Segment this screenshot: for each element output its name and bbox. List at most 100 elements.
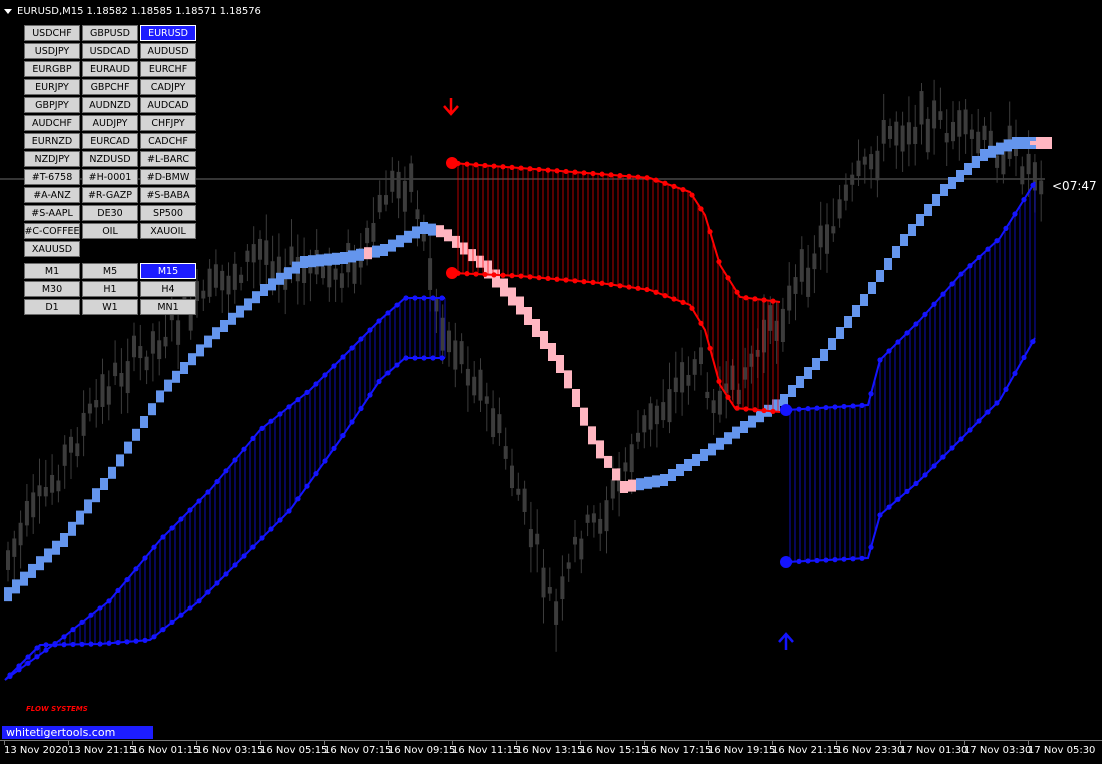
buy-band-upper-dot xyxy=(1021,197,1027,203)
buy-band-lower-dot xyxy=(832,557,838,563)
trend-ribbon-up-segment xyxy=(660,474,668,486)
symbol-button-audjpy[interactable]: AUDJPY xyxy=(82,115,138,131)
symbol-button-gbpchf[interactable]: GBPCHF xyxy=(82,79,138,95)
trend-ribbon-down-segment xyxy=(556,355,564,373)
buy-band-lower-dot xyxy=(313,471,319,477)
trend-ribbon-up-segment xyxy=(964,163,972,175)
flow-systems-label: FLOW SYSTEMS xyxy=(26,705,88,713)
sell-band-lower-dot xyxy=(599,280,605,286)
symbol-button-c-coffee[interactable]: #C-COFFEE xyxy=(24,223,80,239)
candle-body xyxy=(390,170,395,192)
symbol-button-d-bmw[interactable]: #D-BMW xyxy=(140,169,196,185)
symbol-button-eurcad[interactable]: EURCAD xyxy=(82,133,138,149)
trend-ribbon-up-segment xyxy=(108,466,116,479)
timeframe-button-mn1[interactable]: MN1 xyxy=(140,299,196,315)
timeframe-button-h4[interactable]: H4 xyxy=(140,281,196,297)
symbol-button-audcad[interactable]: AUDCAD xyxy=(140,97,196,113)
chart-header: EURUSD,M15 1.18582 1.18585 1.18571 1.185… xyxy=(4,4,261,18)
sell-band-upper-dot xyxy=(662,180,668,186)
trend-ribbon-up-segment xyxy=(924,204,932,216)
candle-body xyxy=(573,536,577,545)
trend-ribbon-up-segment xyxy=(36,556,44,571)
symbol-button-t-6758[interactable]: #T-6758 xyxy=(24,169,80,185)
symbol-button-eurchf[interactable]: EURCHF xyxy=(140,61,196,77)
symbol-button-s-baba[interactable]: #S-BABA xyxy=(140,187,196,203)
symbol-button-gbpjpy[interactable]: GBPJPY xyxy=(24,97,80,113)
time-label: 16 Nov 01:15 xyxy=(132,745,200,756)
symbol-button-usdcad[interactable]: USDCAD xyxy=(82,43,138,59)
buy-band-upper-dot xyxy=(88,612,94,618)
buy-band-upper-dot xyxy=(904,330,910,336)
symbol-button-a-anz[interactable]: #A-ANZ xyxy=(24,187,80,203)
time-label: 16 Nov 19:15 xyxy=(708,745,776,756)
timeframe-button-d1[interactable]: D1 xyxy=(24,299,80,315)
sell-band-upper-dot xyxy=(725,275,731,281)
candle-body xyxy=(711,400,716,414)
buy-band-upper-dot xyxy=(1030,182,1036,188)
symbol-button-h-0001[interactable]: #H-0001 xyxy=(82,169,138,185)
symbol-button-eurusd[interactable]: EURUSD xyxy=(140,25,196,41)
timeframe-button-m5[interactable]: M5 xyxy=(82,263,138,279)
sell-band-lower-dot xyxy=(617,283,623,289)
symbol-button-euraud[interactable]: EURAUD xyxy=(82,61,138,77)
candle-body xyxy=(491,408,496,438)
buy-band-upper-dot xyxy=(187,507,193,513)
buy-band-upper-dot xyxy=(70,627,76,633)
trend-ribbon-up-segment xyxy=(956,170,964,182)
symbol-button-xauusd[interactable]: XAUUSD xyxy=(24,241,80,257)
candle-body xyxy=(69,436,73,453)
timeframe-button-m15[interactable]: M15 xyxy=(140,263,196,279)
symbol-button-r-gazp[interactable]: #R-GAZP xyxy=(82,187,138,203)
trend-ribbon-up-segment xyxy=(908,224,916,236)
symbol-button-nzdjpy[interactable]: NZDJPY xyxy=(24,151,80,167)
symbol-button-audchf[interactable]: AUDCHF xyxy=(24,115,80,131)
candle-body xyxy=(862,156,867,165)
symbol-button-xauoil[interactable]: XAUOIL xyxy=(140,223,196,239)
symbol-button-usdchf[interactable]: USDCHF xyxy=(24,25,80,41)
symbol-button-nzdusd[interactable]: NZDUSD xyxy=(82,151,138,167)
symbol-button-eurnzd[interactable]: EURNZD xyxy=(24,133,80,149)
trend-ribbon-up-segment xyxy=(844,316,852,328)
sell-band-upper-dot xyxy=(653,177,659,183)
timeframe-button-m30[interactable]: M30 xyxy=(24,281,80,297)
symbol-button-s-aapl[interactable]: #S-AAPL xyxy=(24,205,80,221)
symbol-button-l-barc[interactable]: #L-BARC xyxy=(140,151,196,167)
candle-body xyxy=(951,121,955,142)
symbol-button-de30[interactable]: DE30 xyxy=(82,205,138,221)
trend-ribbon-up-segment xyxy=(228,312,236,325)
trend-ribbon-up-segment xyxy=(420,222,428,234)
symbol-button-cadjpy[interactable]: CADJPY xyxy=(140,79,196,95)
timeframe-button-w1[interactable]: W1 xyxy=(82,299,138,315)
symbol-button-audusd[interactable]: AUDUSD xyxy=(140,43,196,59)
candle-body xyxy=(333,268,338,280)
trend-ribbon-up-segment xyxy=(812,358,820,370)
symbol-button-eurjpy[interactable]: EURJPY xyxy=(24,79,80,95)
candle-body xyxy=(837,199,842,219)
candle-body xyxy=(957,110,962,137)
candle-body xyxy=(503,446,508,459)
timeframe-button-h1[interactable]: H1 xyxy=(82,281,138,297)
trend-ribbon-up-segment xyxy=(900,234,908,246)
symbol-button-chfjpy[interactable]: CHFJPY xyxy=(140,115,196,131)
trend-ribbon-down-segment xyxy=(460,242,468,255)
buy-band-lower-dot xyxy=(52,642,58,648)
candle-body xyxy=(245,250,250,262)
chart-menu-icon[interactable] xyxy=(4,8,12,14)
time-label: 16 Nov 15:15 xyxy=(580,745,648,756)
brand-link[interactable]: whitetigertools.com xyxy=(2,726,153,739)
timeframe-button-m1[interactable]: M1 xyxy=(24,263,80,279)
candle-body xyxy=(579,538,584,560)
symbol-button-audnzd[interactable]: AUDNZD xyxy=(82,97,138,113)
symbol-button-sp500[interactable]: SP500 xyxy=(140,205,196,221)
buy-band-upper-dot xyxy=(214,479,220,485)
symbol-button-gbpusd[interactable]: GBPUSD xyxy=(82,25,138,41)
symbol-button-cadchf[interactable]: CADCHF xyxy=(140,133,196,149)
symbol-button-oil[interactable]: OIL xyxy=(82,223,138,239)
trend-ribbon-up-segment xyxy=(716,437,724,450)
candle-body xyxy=(239,274,244,283)
symbol-button-eurgbp[interactable]: EURGBP xyxy=(24,61,80,77)
symbol-button-usdjpy[interactable]: USDJPY xyxy=(24,43,80,59)
buy-band-upper-dot xyxy=(985,246,991,252)
buy-band-upper-dot xyxy=(850,403,856,409)
candle-body xyxy=(43,486,48,497)
